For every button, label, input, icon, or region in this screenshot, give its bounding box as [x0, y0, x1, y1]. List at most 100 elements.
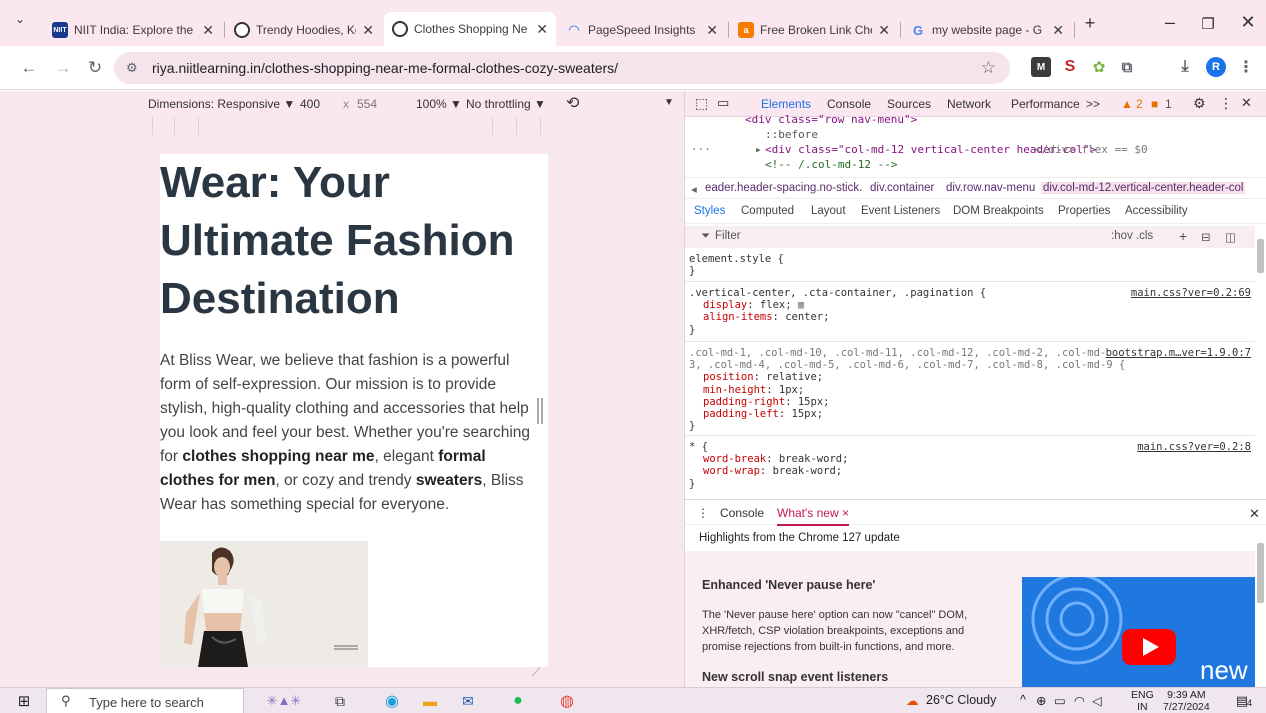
rule-source-link[interactable]: main.css?ver=0.2:8 [1137, 441, 1251, 453]
close-window-icon[interactable]: ✕ [1228, 12, 1266, 33]
zoom-select[interactable]: 100% ▼ [416, 97, 462, 111]
tab-niit[interactable]: NIIT NIIT India: Explore the ✕ [44, 14, 222, 46]
close-icon[interactable]: ✕ [536, 21, 548, 38]
devtools-tab-network[interactable]: Network [947, 97, 991, 111]
volume-icon[interactable]: ◁ [1092, 693, 1102, 708]
tab-search-icon[interactable]: ⌄ [0, 12, 40, 26]
forward-icon[interactable]: → [52, 58, 74, 78]
device-toggle-icon[interactable]: ▭ [717, 95, 729, 111]
chrome-icon[interactable]: ◍ [557, 692, 577, 710]
rule-vertical-center[interactable]: .vertical-center, .cta-container, .pagin… [685, 287, 1255, 336]
breadcrumb-item[interactable]: div.row.nav-menu [946, 182, 1035, 194]
wifi-icon[interactable]: ◠ [1074, 693, 1085, 708]
subtab-styles[interactable]: Styles [694, 205, 725, 217]
rule-source-link[interactable]: bootstrap.m…ver=1.9.0:7 [1106, 347, 1251, 359]
hov-cls-toggles[interactable]: :hov .cls [1111, 230, 1153, 242]
rule-bootstrap-cols[interactable]: .col-md-1, .col-md-10, .col-md-11, .col-… [685, 347, 1255, 432]
flexbox-editor-icon[interactable]: ▦ [798, 299, 804, 311]
close-icon[interactable]: ✕ [202, 22, 214, 39]
system-clock[interactable]: 9:39 AM 7/27/2024 [1163, 689, 1210, 713]
inspect-element-icon[interactable]: ⬚ [695, 95, 708, 112]
drawer-tab-whats-new[interactable]: What's new × [777, 506, 849, 526]
dom-line[interactable]: <div class="row nav-menu"> [745, 112, 1266, 127]
tab-trendy-hoodies[interactable]: Trendy Hoodies, Kore ✕ [226, 14, 382, 46]
extensions-puzzle-icon[interactable]: ⧉ [1117, 57, 1137, 77]
new-tab-icon[interactable]: + [1076, 13, 1104, 34]
subtab-event-listeners[interactable]: Event Listeners [861, 205, 940, 217]
rule-universal[interactable]: * { main.css?ver=0.2:8 word-break: break… [685, 441, 1255, 490]
breadcrumb-item-active[interactable]: div.col-md-12.vertical-center.header-col [1041, 182, 1246, 194]
weather-text[interactable]: 26°C Cloudy [926, 693, 996, 707]
extension-leaf-icon[interactable]: ✿ [1089, 57, 1109, 77]
devtools-more-tabs[interactable]: >> [1086, 97, 1100, 111]
taskbar-search-box[interactable]: ⚲ Type here to search [46, 688, 244, 713]
drawer-tab-console[interactable]: Console [720, 506, 764, 520]
breadcrumb-item[interactable]: div.container [870, 182, 934, 194]
warning-icon[interactable]: ▲ [1121, 97, 1133, 111]
file-explorer-icon[interactable]: ▬ [420, 692, 440, 710]
tab-broken-link[interactable]: a Free Broken Link Che ✕ [730, 14, 898, 46]
close-drawer-icon[interactable]: ✕ [1249, 506, 1260, 522]
close-icon[interactable]: ✕ [362, 22, 374, 39]
tab-pagespeed[interactable]: ◠ PageSpeed Insights ✕ [558, 14, 726, 46]
devtools-tab-sources[interactable]: Sources [887, 97, 931, 111]
tray-app-icon[interactable]: ⊕ [1036, 693, 1046, 708]
site-info-icon[interactable]: ⚙ [126, 60, 138, 76]
back-icon[interactable]: ← [18, 58, 40, 78]
dimensions-select[interactable]: Dimensions: Responsive ▼ [148, 97, 295, 111]
color-format-icon[interactable]: ⊟ [1201, 230, 1211, 244]
height-input[interactable]: 554 [353, 95, 397, 113]
devtools-tab-performance[interactable]: Performance [1011, 97, 1080, 111]
tab-clothes-shopping[interactable]: Clothes Shopping Ne ✕ [384, 12, 556, 46]
resize-handle-right[interactable] [537, 398, 543, 424]
close-icon[interactable]: ✕ [878, 22, 890, 39]
more-options-chevron-icon[interactable]: ▼ [664, 97, 674, 108]
rotate-icon[interactable]: ⟲ [566, 93, 579, 113]
resize-handle-corner-icon[interactable]: ⟋ [532, 665, 540, 680]
spotify-icon[interactable]: ● [508, 692, 528, 710]
devtools-tab-elements[interactable]: Elements [761, 97, 811, 111]
restore-icon[interactable]: ❐ [1188, 15, 1228, 33]
chrome-menu-icon[interactable]: ⋮ [1236, 57, 1256, 77]
address-bar[interactable]: ⚙ riya.niitlearning.in/clothes-shopping-… [114, 52, 1010, 84]
rule-element-style[interactable]: element.style { } [685, 253, 1255, 277]
devtools-menu-icon[interactable]: ⋮ [1219, 95, 1233, 112]
bookmark-star-icon[interactable]: ☆ [981, 58, 996, 78]
profile-avatar[interactable]: R [1206, 57, 1226, 77]
issues-icon[interactable]: ■ [1151, 97, 1158, 111]
add-rule-icon[interactable]: + [1179, 228, 1187, 244]
dom-comment[interactable]: <!-- /.col-md-12 --> [765, 157, 1266, 172]
close-icon[interactable]: ✕ [706, 22, 718, 39]
windows-start-icon[interactable]: ⊞ [14, 692, 34, 710]
styles-filter-input[interactable]: Filter [715, 230, 741, 242]
subtab-computed[interactable]: Computed [741, 205, 794, 217]
devtools-tab-console[interactable]: Console [827, 97, 871, 111]
breadcrumb-scroll-left-icon[interactable]: ◂ [691, 182, 697, 196]
subtab-dom-breakpoints[interactable]: DOM Breakpoints [953, 205, 1044, 217]
weather-icon[interactable]: ☁ [906, 693, 919, 708]
close-devtools-icon[interactable]: ✕ [1241, 95, 1252, 111]
tray-chevron-icon[interactable]: ^ [1020, 693, 1026, 707]
styles-scrollbar[interactable] [1257, 239, 1264, 273]
whats-new-item-title[interactable]: Enhanced 'Never pause here' [702, 578, 875, 592]
extension-s-icon[interactable]: S [1060, 57, 1080, 77]
language-indicator[interactable]: ENG IN [1131, 689, 1154, 713]
reload-icon[interactable]: ↻ [84, 58, 106, 78]
subtab-layout[interactable]: Layout [811, 205, 846, 217]
resize-handle-bottom[interactable] [334, 645, 358, 650]
close-icon[interactable]: ✕ [1052, 22, 1064, 39]
breadcrumb-item[interactable]: eader.header-spacing.no-stick. [705, 182, 862, 194]
settings-gear-icon[interactable]: ⚙ [1193, 95, 1206, 112]
network-icon[interactable]: ▭ [1054, 693, 1066, 708]
drawer-menu-icon[interactable]: ⋮ [697, 506, 709, 520]
dom-pseudo-before[interactable]: ::before [765, 127, 1266, 142]
edge-icon[interactable]: ◉ [382, 692, 402, 710]
toggle-sidebar-icon[interactable]: ◫ [1225, 230, 1236, 244]
minimize-icon[interactable]: – [1150, 12, 1190, 33]
task-view-icon[interactable]: ⧉ [330, 692, 350, 710]
whats-new-item-title[interactable]: New scroll snap event listeners [702, 670, 888, 684]
search-highlight-icon[interactable]: ✳▲✳ [252, 692, 316, 710]
tab-my-website[interactable]: G my website page - G ✕ [902, 14, 1072, 46]
download-icon[interactable]: ⤓ [1175, 57, 1195, 77]
whats-new-video-thumbnail[interactable]: new [1022, 577, 1255, 687]
